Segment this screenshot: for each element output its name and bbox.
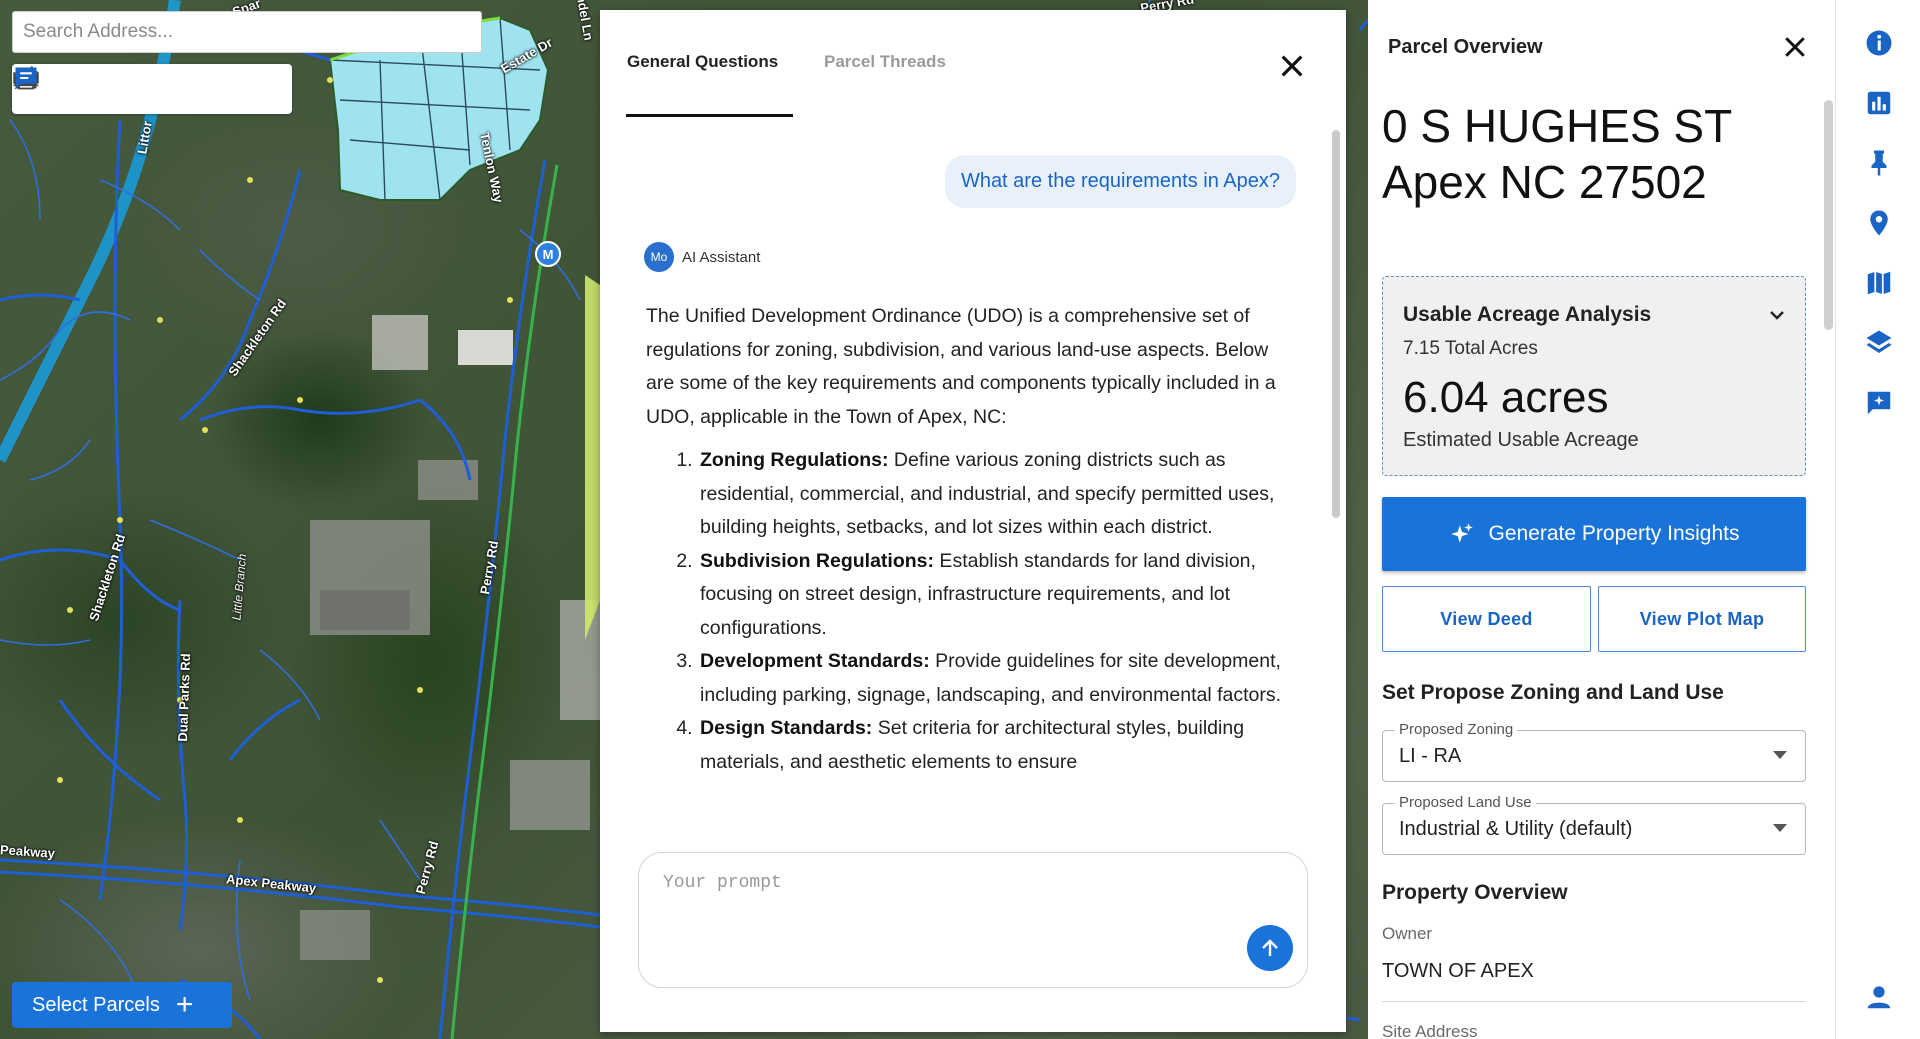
avatar: Mo xyxy=(644,242,674,272)
parcel-address: 0 S HUGHES ST Apex NC 27502 xyxy=(1382,98,1732,210)
proposed-land-use-select[interactable]: Proposed Land Use Industrial & Utility (… xyxy=(1382,794,1806,855)
icon-rail xyxy=(1836,0,1920,1039)
caret-down-icon xyxy=(1773,751,1787,759)
parcel-overview-panel: Parcel Overview 0 S HUGHES ST Apex NC 27… xyxy=(1368,0,1836,1039)
draw-tool-button[interactable] xyxy=(14,66,151,111)
list-item-title: Subdivision Regulations: xyxy=(700,549,935,572)
bar-chart-icon[interactable] xyxy=(1864,88,1894,118)
chat-close-button[interactable] xyxy=(1276,50,1308,82)
view-plot-map-button[interactable]: View Plot Map xyxy=(1598,586,1806,652)
list-item: Zoning Regulations: Define various zonin… xyxy=(698,444,1286,545)
proposed-land-use-label: Proposed Land Use xyxy=(1395,794,1536,811)
proposed-zoning-label: Proposed Zoning xyxy=(1395,721,1518,738)
list-item-title: Zoning Regulations: xyxy=(700,449,889,471)
answer-intro: The Unified Development Ordinance (UDO) … xyxy=(646,305,1276,428)
chat-tool-button[interactable] xyxy=(15,67,286,111)
map-marker-label[interactable]: M xyxy=(543,247,554,262)
list-item: Development Standards: Provide guideline… xyxy=(698,645,1286,712)
sparkle-icon xyxy=(1450,523,1473,543)
chat-scrollbar[interactable] xyxy=(1332,130,1340,518)
usable-acres-value: 6.04 acres xyxy=(1403,373,1609,422)
chat-tabs: General Questions Parcel Threads xyxy=(600,10,1346,118)
chat-add-icon[interactable] xyxy=(1864,388,1894,418)
plus-icon: + xyxy=(175,988,194,1021)
tab-general-questions[interactable]: General Questions xyxy=(627,52,778,72)
arrow-up-icon xyxy=(1262,939,1278,956)
address-search[interactable] xyxy=(12,11,482,53)
list-item-title: Development Standards: xyxy=(700,650,930,672)
total-acres: 7.15 Total Acres xyxy=(1403,338,1538,359)
map-toolbar xyxy=(12,64,292,114)
panel-close-button[interactable] xyxy=(1780,32,1810,62)
proposed-zoning-value: LI - RA xyxy=(1399,745,1462,767)
acreage-title: Usable Acreage Analysis xyxy=(1403,303,1652,326)
divider xyxy=(1382,1001,1806,1002)
layers-icon[interactable] xyxy=(1864,328,1894,358)
address-line1: 0 S HUGHES ST xyxy=(1382,100,1733,152)
angle-tool-button[interactable] xyxy=(15,67,106,111)
address-line2: Apex NC 27502 xyxy=(1382,156,1707,208)
owner-label: Owner xyxy=(1382,924,1433,943)
list-item: Subdivision Regulations: Establish stand… xyxy=(698,545,1286,646)
location-icon[interactable] xyxy=(1864,208,1894,238)
select-parcels-button[interactable]: Select Parcels + xyxy=(12,982,232,1028)
close-icon xyxy=(1785,37,1805,57)
property-section-title: Property Overview xyxy=(1382,881,1568,904)
panel-scrollbar[interactable] xyxy=(1824,100,1833,330)
terrain-tool-button[interactable] xyxy=(13,67,241,111)
site-address-label: Site Address xyxy=(1382,1022,1478,1039)
chat-messages[interactable]: What are the requirements in Apex? Mo AI… xyxy=(600,120,1346,836)
user-icon[interactable] xyxy=(1864,982,1894,1012)
info-icon[interactable] xyxy=(1864,28,1894,58)
send-button[interactable] xyxy=(1247,925,1293,971)
list-item-title: Design Standards: xyxy=(700,717,873,739)
chevron-down-icon[interactable] xyxy=(1765,303,1789,327)
select-parcels-label: Select Parcels xyxy=(32,993,160,1016)
pin-icon[interactable] xyxy=(1864,148,1894,178)
chat-panel: General Questions Parcel Threads What ar… xyxy=(600,10,1346,1032)
road-label: Dual Parks Rd xyxy=(175,653,194,742)
usable-acreage-card[interactable]: Usable Acreage Analysis 7.15 Total Acres… xyxy=(1382,276,1806,476)
owner-value: TOWN OF APEX xyxy=(1382,960,1534,982)
chat-icon xyxy=(15,67,37,89)
answer-list: Zoning Regulations: Define various zonin… xyxy=(646,444,1286,779)
assistant-name: AI Assistant xyxy=(682,248,761,266)
view-deed-button[interactable]: View Deed xyxy=(1382,586,1591,652)
proposed-land-use-value: Industrial & Utility (default) xyxy=(1399,818,1633,840)
generate-insights-label: Generate Property Insights xyxy=(1488,522,1740,545)
panel-title: Parcel Overview xyxy=(1388,36,1543,58)
generate-insights-button[interactable]: Generate Property Insights xyxy=(1382,497,1806,571)
tab-parcel-threads[interactable]: Parcel Threads xyxy=(824,52,946,72)
active-tab-indicator xyxy=(626,114,793,117)
prompt-input[interactable] xyxy=(663,873,1223,933)
list-item: Design Standards: Set criteria for archi… xyxy=(698,712,1286,779)
assistant-header: Mo AI Assistant xyxy=(644,242,760,272)
caret-down-icon xyxy=(1773,824,1787,832)
prompt-box xyxy=(638,852,1308,988)
user-message: What are the requirements in Apex? xyxy=(944,155,1296,208)
map-icon[interactable] xyxy=(1864,268,1894,298)
app-root: M Estate Dr Perry Rd Littor Tenlon Way S… xyxy=(0,0,1920,1039)
search-input[interactable] xyxy=(23,21,481,43)
proposed-zoning-select[interactable]: Proposed Zoning LI - RA xyxy=(1382,721,1806,782)
close-icon xyxy=(1281,55,1303,77)
print-tool-button[interactable] xyxy=(14,67,196,111)
zoning-section-title: Set Propose Zoning and Land Use xyxy=(1382,681,1724,704)
usable-acres-label: Estimated Usable Acreage xyxy=(1403,429,1639,451)
assistant-message: The Unified Development Ordinance (UDO) … xyxy=(646,300,1286,779)
